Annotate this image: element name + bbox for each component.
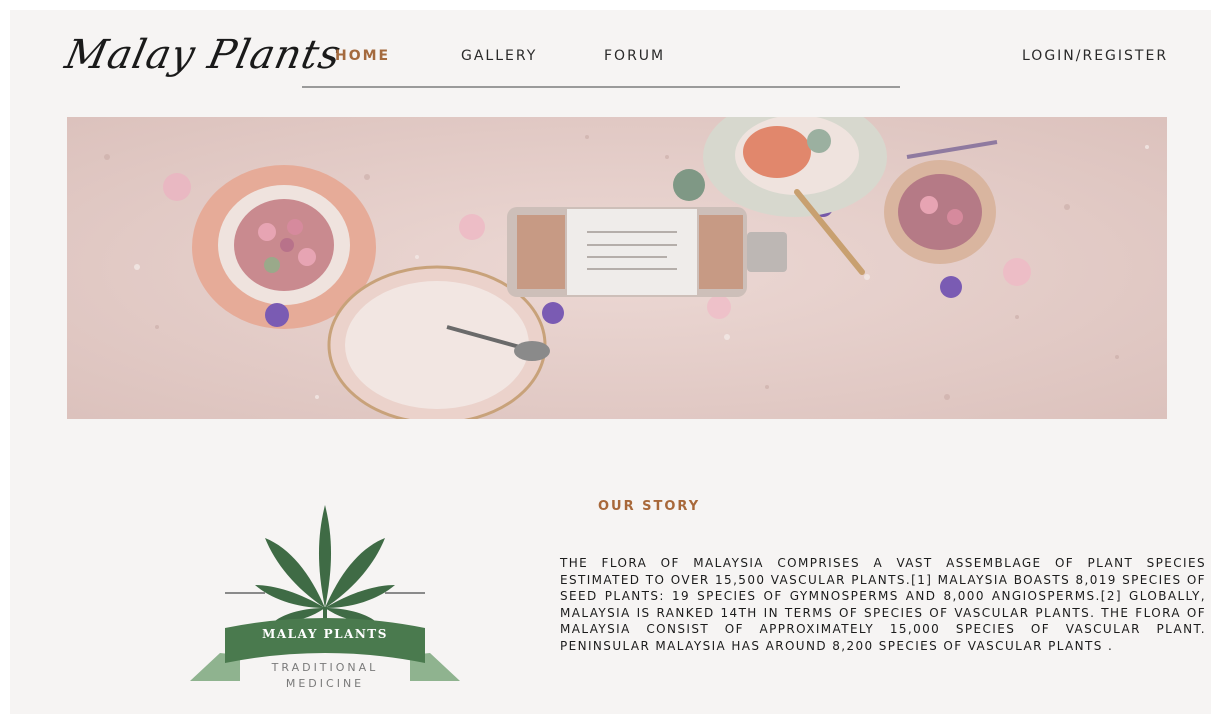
- hero-illustration: [67, 117, 1167, 419]
- hero-image: [67, 117, 1167, 419]
- emblem-subtitle-line2: MEDICINE: [285, 677, 365, 690]
- emblem-banner-text: MALAY PLANTS: [262, 627, 388, 641]
- nav-item-gallery[interactable]: GALLERY: [461, 48, 537, 64]
- page-container: Malay Plants HOME GALLERY FORUM LOGIN/RE…: [10, 10, 1211, 714]
- cannabis-leaf-icon: [255, 505, 395, 629]
- main-nav: HOME GALLERY FORUM: [302, 40, 900, 88]
- emblem-subtitle-line1: TRADITIONAL: [271, 661, 379, 674]
- story-title: OUR STORY: [598, 499, 701, 514]
- login-register-link[interactable]: LOGIN/REGISTER: [1022, 48, 1168, 64]
- nav-item-forum[interactable]: FORUM: [604, 48, 665, 64]
- nav-item-home[interactable]: HOME: [335, 48, 390, 64]
- story-body: THE FLORA OF MALAYSIA COMPRISES A VAST A…: [560, 556, 1206, 653]
